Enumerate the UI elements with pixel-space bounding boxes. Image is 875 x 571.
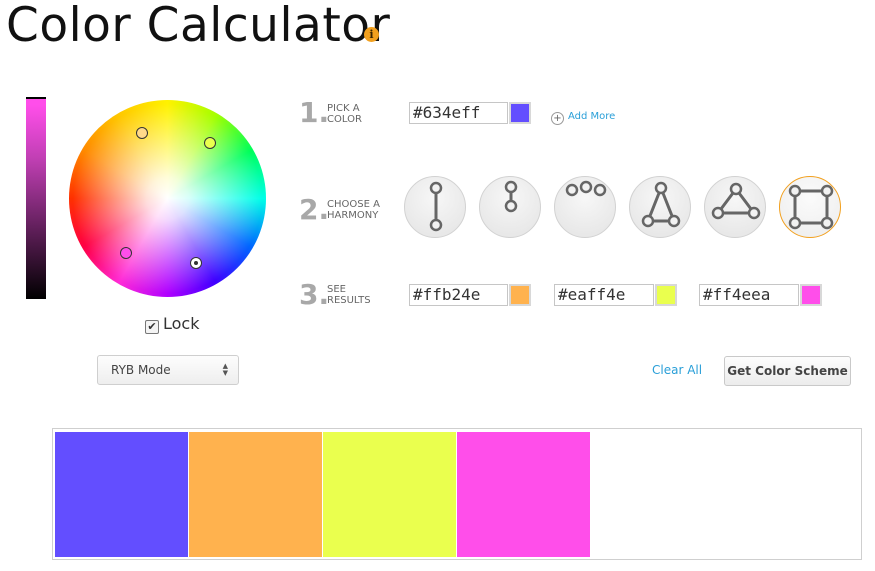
result-swatch-1[interactable] xyxy=(509,284,531,306)
triangle-icon xyxy=(711,182,761,220)
step3-label-line1: SEE xyxy=(327,284,346,295)
checkbox-icon[interactable]: ✔ xyxy=(145,320,159,334)
step1-label: PICK A COLOR xyxy=(327,103,362,125)
select-arrows-icon: ▲ ▼ xyxy=(222,362,228,377)
get-color-scheme-button[interactable]: Get Color Scheme xyxy=(724,356,851,386)
harmony-square-button[interactable] xyxy=(779,176,841,238)
harmony-analogous-button[interactable] xyxy=(554,176,616,238)
step2-number: 2. xyxy=(299,193,330,226)
scheme-swatch-2 xyxy=(189,432,322,557)
harmony-triad-button[interactable] xyxy=(629,176,691,238)
wheel-handle-magenta[interactable] xyxy=(120,247,132,259)
step1-label-line2: COLOR xyxy=(327,114,362,125)
wheel-handle-primary[interactable] xyxy=(190,257,202,269)
wheel-handle-yellow[interactable] xyxy=(136,127,148,139)
add-more-link[interactable]: + Add More xyxy=(551,111,615,125)
step3-label: SEE RESULTS xyxy=(327,284,371,306)
result-hex-2[interactable]: #eaff4e xyxy=(554,284,654,306)
plus-icon: + xyxy=(551,112,564,125)
harmony-split-short-button[interactable] xyxy=(479,176,541,238)
step2-label-line1: CHOOSE A xyxy=(327,199,380,210)
analogous-icon xyxy=(565,180,607,197)
step3-number: 3. xyxy=(299,278,330,311)
lock-checkbox[interactable]: ✔ Lock xyxy=(145,314,199,334)
scheme-preview-panel xyxy=(52,428,862,560)
page-title: Color Calculator xyxy=(6,0,391,53)
lightness-slider[interactable] xyxy=(26,97,46,299)
harmony-triangle-button[interactable] xyxy=(704,176,766,238)
clear-all-link[interactable]: Clear All xyxy=(652,363,702,377)
step2-label-line2: HARMONY xyxy=(327,210,379,221)
add-more-label: Add More xyxy=(568,111,616,122)
primary-color-swatch[interactable] xyxy=(509,102,531,124)
mode-select-value: RYB Mode xyxy=(111,363,171,377)
step1-number: 1. xyxy=(299,96,330,129)
primary-hex-input[interactable]: #634eff xyxy=(409,102,508,124)
scheme-swatch-3 xyxy=(323,432,456,557)
lock-label: Lock xyxy=(163,314,200,333)
color-wheel[interactable] xyxy=(69,100,266,297)
step2-label: CHOOSE A HARMONY xyxy=(327,199,380,221)
wheel-handle-lime[interactable] xyxy=(204,137,216,149)
scheme-swatch-4 xyxy=(457,432,590,557)
result-hex-1[interactable]: #ffb24e xyxy=(409,284,508,306)
triad-icon xyxy=(641,181,681,228)
result-swatch-2[interactable] xyxy=(655,284,677,306)
square-icon xyxy=(788,184,834,230)
mode-select[interactable]: RYB Mode ▲ ▼ xyxy=(97,355,239,385)
info-icon[interactable]: i xyxy=(364,27,379,42)
split-short-icon xyxy=(504,180,518,213)
complementary-icon xyxy=(429,181,443,232)
step1-label-line1: PICK A xyxy=(327,103,360,114)
result-swatch-3[interactable] xyxy=(800,284,822,306)
harmony-complementary-button[interactable] xyxy=(404,176,466,238)
result-hex-3[interactable]: #ff4eea xyxy=(699,284,799,306)
step3-label-line2: RESULTS xyxy=(327,295,371,306)
scheme-swatch-1 xyxy=(55,432,188,557)
